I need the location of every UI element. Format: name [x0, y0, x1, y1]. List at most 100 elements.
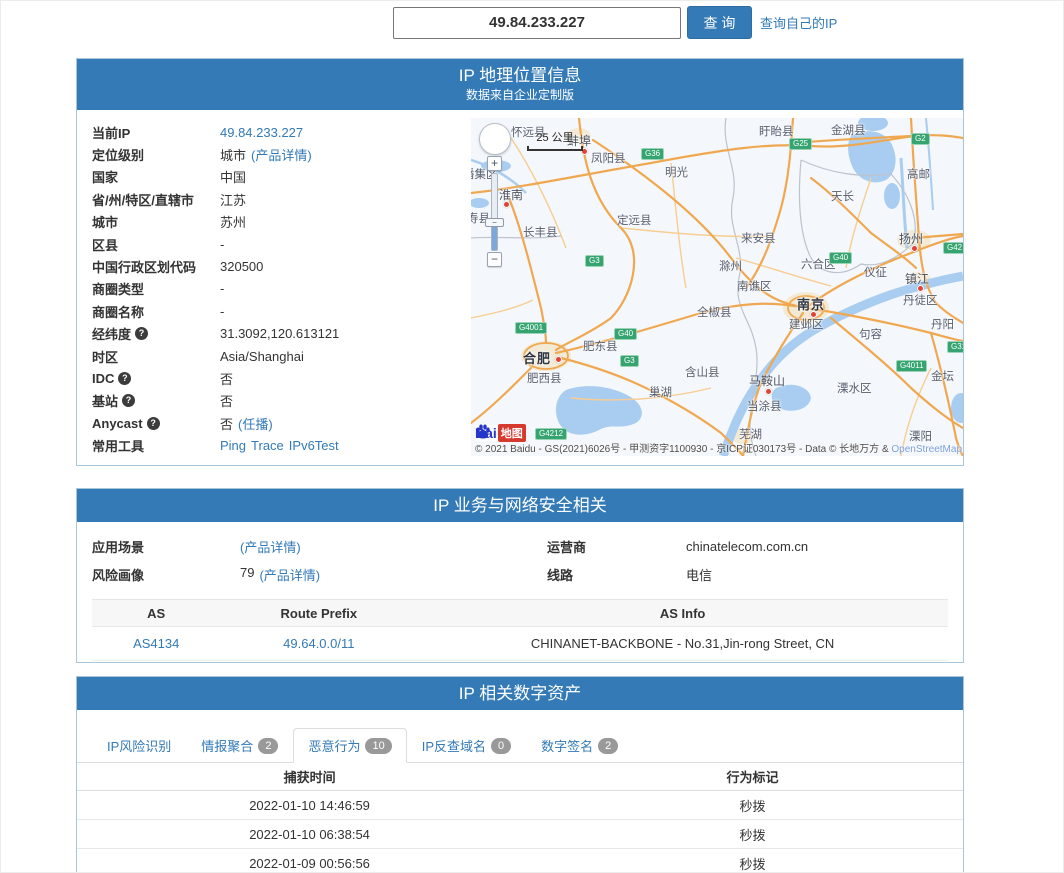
security-value-text: 79 — [240, 565, 254, 584]
map-label-合肥: 合肥 — [523, 348, 551, 367]
geo-detail-link[interactable]: (任播) — [238, 414, 273, 433]
map-zoom-handle[interactable]: − — [485, 218, 504, 227]
city-marker-dot — [917, 285, 924, 292]
assets-panel-title: IP 相关数字资产 — [77, 677, 963, 710]
pan-down-icon[interactable] — [491, 142, 499, 150]
baidu-map[interactable]: 怀远县蚌埠凤阳县明光潘集区淮南寿县长丰县定远县盱眙县金湖县高邮天长来安县六合区滁… — [471, 118, 963, 456]
geo-tool-link[interactable]: Ping — [220, 438, 246, 453]
map-label-建邺区: 建邺区 — [789, 316, 824, 332]
map-label-金湖县: 金湖县 — [831, 122, 866, 138]
baidu-logo: Bai 地图 — [475, 424, 526, 441]
highway-badge-G312: G312 — [947, 341, 963, 353]
pan-right-icon[interactable] — [498, 135, 506, 143]
map-label-天长: 天长 — [831, 188, 854, 204]
geo-row-value: 城市 (产品详情) — [220, 145, 312, 164]
capture-time-cell: 2022-01-10 14:46:59 — [77, 798, 542, 813]
tab-IP风险识别[interactable]: IP风险识别 — [92, 728, 186, 763]
security-row-value: 电信 — [686, 565, 712, 584]
map-label-马鞍山: 马鞍山 — [749, 372, 785, 389]
pan-left-icon[interactable] — [484, 135, 492, 143]
tab-情报聚合[interactable]: 情报聚合 2 — [186, 728, 293, 763]
product-detail-link[interactable]: (产品详情) — [240, 537, 301, 556]
ip-search-input[interactable] — [393, 7, 681, 39]
security-panel: IP 业务与网络安全相关 应用场景(产品详情)风险画像79(产品详情) 运营商c… — [76, 488, 964, 663]
geo-row-label: IDC? — [92, 371, 220, 386]
geo-value-link[interactable]: 49.84.233.227 — [220, 125, 303, 140]
baidu-paw-icon — [475, 424, 491, 439]
geo-value-text: 否 — [220, 391, 233, 410]
tab-badge: 2 — [598, 738, 618, 754]
geo-tool-link[interactable]: IPv6Test — [289, 438, 339, 453]
behavior-table: 捕获时间 行为标记 2022-01-10 14:46:59秒拨2022-01-1… — [77, 763, 963, 873]
geo-tool-link[interactable]: Trace — [251, 438, 284, 453]
map-label-肥东县: 肥东县 — [583, 338, 618, 354]
geo-row-label: 城市 — [92, 212, 220, 231]
as-number-link[interactable]: AS4134 — [133, 636, 179, 651]
geo-row-value: 31.3092,120.613121 — [220, 326, 339, 341]
map-zoom-slider[interactable] — [491, 173, 498, 251]
map-label-盱眙县: 盱眙县 — [759, 123, 794, 139]
map-label-巢湖: 巢湖 — [649, 384, 672, 400]
geo-row: 商圈类型- — [92, 278, 456, 300]
security-row-value: (产品详情) — [240, 537, 301, 556]
tab-IP反查域名[interactable]: IP反查域名0 — [407, 728, 526, 763]
query-button[interactable]: 查 询 — [687, 6, 752, 39]
map-water — [471, 118, 963, 435]
route-prefix-link[interactable]: 49.64.0.0/11 — [283, 636, 354, 651]
geo-row-value: - — [220, 304, 224, 319]
ip-lookup-page: 查 询 查询自己的IP IP 地理位置信息 数据来自企业定制版 当前IP49.8… — [0, 0, 1064, 873]
geo-value-text: 320500 — [220, 259, 263, 274]
map-label-当涂县: 当涂县 — [747, 398, 782, 414]
tab-badge: 2 — [258, 738, 278, 754]
as-header-info: AS Info — [417, 606, 948, 621]
help-icon[interactable]: ? — [147, 417, 160, 430]
security-right-column: 运营商chinatelecom.com.cn线路电信 — [547, 532, 808, 588]
geo-value-text: 江苏 — [220, 190, 246, 209]
map-zoom-out-button[interactable]: − — [487, 252, 502, 267]
map-label-滁州: 滁州 — [719, 258, 742, 274]
tab-数字签名[interactable]: 数字签名2 — [526, 728, 633, 763]
geo-row: 中国行政区划代码320500 — [92, 255, 456, 277]
geo-row: 区县- — [92, 233, 456, 255]
geo-row: 省/州/特区/直辖市江苏 — [92, 188, 456, 210]
as-table: AS Route Prefix AS Info AS4134 49.64.0.0… — [92, 599, 948, 661]
assets-panel-header: IP 相关数字资产 — [77, 677, 963, 710]
geo-value-text: 城市 — [220, 145, 246, 164]
help-icon[interactable]: ? — [135, 327, 148, 340]
security-row: 运营商chinatelecom.com.cn — [547, 532, 808, 560]
map-label-全椒县: 全椒县 — [697, 304, 732, 320]
tab-恶意行为[interactable]: 恶意行为10 — [293, 728, 406, 763]
geo-row-label: 区县 — [92, 235, 220, 254]
help-icon[interactable]: ? — [122, 394, 135, 407]
geo-row-value: Ping Trace IPv6Test — [220, 438, 339, 453]
map-label-来安县: 来安县 — [741, 230, 776, 246]
map-pan-control[interactable] — [479, 123, 511, 155]
map-label-南谯区: 南谯区 — [737, 278, 772, 294]
geo-row: 时区Asia/Shanghai — [92, 345, 456, 367]
query-self-ip-link[interactable]: 查询自己的IP — [760, 13, 837, 32]
tab-label: 情报聚合 — [201, 736, 253, 755]
search-bar: 查 询 查询自己的IP — [393, 6, 837, 39]
geo-value-text: 否 — [220, 414, 233, 433]
attribution-sep: & — [962, 444, 963, 455]
security-row: 线路电信 — [547, 560, 808, 588]
map-zoom-in-button[interactable]: + — [487, 156, 502, 171]
geo-detail-link[interactable]: (产品详情) — [251, 145, 312, 164]
geo-row-label: 中国行政区划代码 — [92, 257, 220, 276]
geo-row: 国家中国 — [92, 166, 456, 188]
highway-badge-G4011: G4011 — [896, 360, 927, 372]
security-row: 风险画像79(产品详情) — [92, 560, 547, 588]
map-label-金坛: 金坛 — [931, 368, 954, 384]
map-scale-label: 25 公里 — [527, 129, 583, 145]
osm-link[interactable]: OpenStreetMap — [891, 444, 962, 455]
geo-row: 常用工具PingTraceIPv6Test — [92, 434, 456, 456]
product-detail-link[interactable]: (产品详情) — [259, 565, 320, 584]
capture-time-cell: 2022-01-09 00:56:56 — [77, 856, 542, 871]
geo-row-value: - — [220, 281, 224, 296]
help-icon[interactable]: ? — [118, 372, 131, 385]
geo-row: 城市苏州 — [92, 211, 456, 233]
city-marker-dot — [555, 356, 562, 363]
tab-label: 恶意行为 — [308, 736, 360, 755]
geo-row-label: 省/州/特区/直辖市 — [92, 190, 220, 209]
map-label-凤阳县: 凤阳县 — [591, 150, 626, 166]
